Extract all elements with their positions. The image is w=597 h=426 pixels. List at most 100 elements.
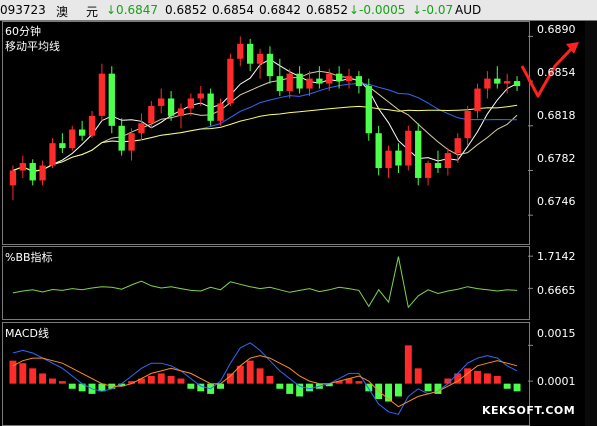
macd-histogram-bar [177,378,185,384]
macd-histogram-bar [19,363,27,384]
candle-body [177,108,185,116]
macd-histogram-bar [276,383,284,389]
candle-body [405,130,412,166]
macd-histogram-bar [256,368,264,384]
price-pane-title: 60分钟 [5,25,41,38]
candle-body [29,163,36,181]
candle-body [9,170,17,186]
candle-body [316,78,323,84]
ma20-line [12,82,518,172]
candle-body [187,98,195,109]
candle-body [78,129,86,136]
candle-body [326,73,333,84]
candle-body [355,76,363,87]
candle-body [454,138,461,154]
candle-body [98,73,106,116]
candle-body [375,133,382,168]
macd-histogram-bar [414,368,422,384]
candle-body [108,73,115,126]
macd-histogram-bar [157,373,165,384]
candle-body [69,129,76,149]
candle-body [424,163,432,178]
candle-body [237,43,244,59]
price-y-tick: 0.6854 [537,66,576,79]
candle-body [59,143,66,149]
candle-body [207,93,214,121]
candle-body [504,81,511,84]
macd-histogram-bar [424,383,432,392]
candle-body [296,73,303,89]
candle-body [256,53,264,64]
side-info-strip [585,21,597,426]
candle-body [286,73,293,92]
candle-body [345,76,353,82]
macd-histogram-bar [167,376,175,384]
macd-histogram-bar [49,378,56,384]
candle-body [247,43,254,64]
macd-y-tick: 0.0015 [537,327,576,340]
candle-body [365,86,372,134]
macd-histogram-bar [187,383,195,389]
price-y-tick: 0.6890 [537,23,576,36]
macd-histogram-bar [355,381,363,384]
candle-body [474,88,481,111]
candle-body [444,153,452,168]
candle-body [227,58,234,104]
candle-body [335,73,343,82]
watermark: KEKSOFT.COM [482,404,576,417]
macd-histogram-bar [513,383,521,392]
macd-histogram-bar [39,373,47,384]
price-y-tick: 0.6782 [537,152,576,165]
macd-histogram-bar [58,381,66,384]
price-y-tick: 0.6818 [537,109,576,122]
candle-body [118,125,125,151]
bb-line [12,256,518,309]
price-pane-subtitle: 移动平均线 [5,40,60,53]
macd-histogram-bar [68,383,76,389]
macd-histogram-bar [246,360,254,384]
chart-canvas [9,35,579,415]
candle-body [197,93,204,99]
macd-histogram-bar [29,368,37,384]
macd-histogram-bar [217,383,224,389]
candle-body [434,163,442,168]
candle-body [128,133,135,151]
macd-histogram-bar [503,383,511,389]
macd-histogram-bar [483,373,491,384]
bb-pane-title: %BB指标 [5,251,53,264]
macd-histogram-bar [493,376,501,384]
candle-body [88,115,96,136]
price-y-tick: 0.6746 [537,195,576,208]
macd-dif-line [12,342,518,415]
candle-body [464,110,471,139]
candle-body [19,163,26,171]
candle-body [217,103,224,121]
bb-y-tick: 1.7142 [537,250,576,263]
candle-body [49,143,56,166]
bb-y-tick: 0.6665 [537,284,576,297]
candle-body [158,98,165,106]
candle-body [484,78,491,89]
candle-body [494,78,501,84]
candle-body [395,150,402,166]
candle-body [306,78,313,89]
ma10-line [12,70,518,172]
macd-histogram-bar [306,383,313,392]
macd-histogram-bar [147,376,155,384]
candle-body [138,123,145,134]
candle-body [167,98,175,116]
macd-histogram-bar [474,370,481,384]
candle-body [276,76,283,92]
macd-pane-title: MACD线 [5,327,49,340]
candle-body [39,165,46,181]
macd-histogram-bar [394,383,402,397]
candle-body [415,130,422,178]
macd-histogram-bar [286,383,294,394]
candle-body [148,105,155,124]
macd-histogram-bar [226,373,234,384]
macd-y-tick: 0.0001 [537,375,576,388]
macd-histogram-bar [404,345,412,384]
macd-dea-line [12,355,518,408]
candle-body [266,53,274,77]
macd-histogram-bar [266,376,274,384]
